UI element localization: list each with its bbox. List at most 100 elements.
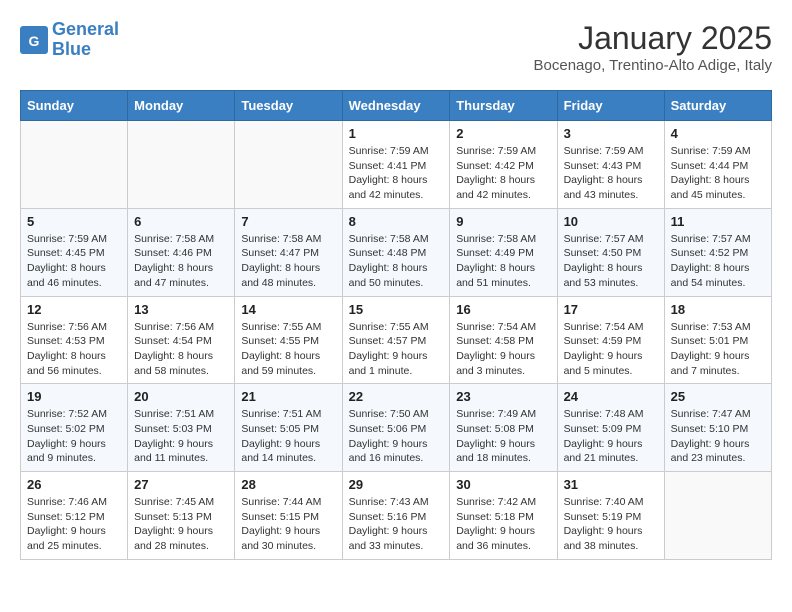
day-number: 13 <box>134 302 228 317</box>
calendar-cell: 19Sunrise: 7:52 AM Sunset: 5:02 PM Dayli… <box>21 384 128 472</box>
day-info: Sunrise: 7:45 AM Sunset: 5:13 PM Dayligh… <box>134 495 228 554</box>
day-number: 14 <box>241 302 335 317</box>
day-number: 20 <box>134 389 228 404</box>
calendar-cell: 21 Sunrise: 7:51 AM Sunset: 5:05 PM Dayli… <box>235 384 342 472</box>
day-info: Sunrise: 7:43 AM Sunset: 5:16 PM Dayligh… <box>349 495 444 554</box>
day-number: 2 <box>456 126 550 141</box>
calendar-cell: 13 Sunrise: 7:56 AM Sunset: 4:54 PM Dayli… <box>128 296 235 384</box>
day-info: Sunrise: 7:51 AM Sunset: 5:03 PM Dayligh… <box>134 407 228 466</box>
week-row-5: 26 Sunrise: 7:46 AM Sunset: 5:12 PM Dayli… <box>21 472 772 560</box>
calendar-body: 1 Sunrise: 7:59 AM Sunset: 4:41 PM Daylig… <box>21 121 772 560</box>
calendar-cell: 3Sunrise: 7:59 AM Sunset: 4:43 PM Daylig… <box>557 121 664 209</box>
calendar-cell: 6Sunrise: 7:58 AM Sunset: 4:46 PM Daylig… <box>128 208 235 296</box>
day-info: Sunrise: 7:58 AM Sunset: 4:48 PM Dayligh… <box>349 232 444 291</box>
calendar-cell: 16 Sunrise: 7:54 AM Sunset: 4:58 PM Dayli… <box>450 296 557 384</box>
day-number: 18 <box>671 302 765 317</box>
day-number: 17 <box>564 302 658 317</box>
day-info: Sunrise: 7:54 AM Sunset: 4:58 PM Dayligh… <box>456 320 550 379</box>
day-info: Sunrise: 7:44 AM Sunset: 5:15 PM Dayligh… <box>241 495 335 554</box>
calendar-cell: 1 Sunrise: 7:59 AM Sunset: 4:41 PM Daylig… <box>342 121 450 209</box>
calendar-cell: 8Sunrise: 7:58 AM Sunset: 4:48 PM Daylig… <box>342 208 450 296</box>
day-number: 21 <box>241 389 335 404</box>
calendar-cell <box>128 121 235 209</box>
day-info: Sunrise: 7:59 AM Sunset: 4:45 PM Dayligh… <box>27 232 121 291</box>
logo: G General Blue <box>20 20 119 60</box>
day-info: Sunrise: 7:59 AM Sunset: 4:41 PM Dayligh… <box>349 144 444 203</box>
weekday-header-friday: Friday <box>557 91 664 121</box>
day-number: 22 <box>349 389 444 404</box>
day-number: 10 <box>564 214 658 229</box>
calendar-cell: 5 Sunrise: 7:59 AM Sunset: 4:45 PM Daylig… <box>21 208 128 296</box>
day-number: 24 <box>564 389 658 404</box>
week-row-1: 1 Sunrise: 7:59 AM Sunset: 4:41 PM Daylig… <box>21 121 772 209</box>
calendar-cell: 27 Sunrise: 7:45 AM Sunset: 5:13 PM Dayli… <box>128 472 235 560</box>
calendar-cell <box>235 121 342 209</box>
calendar-cell: 28 Sunrise: 7:44 AM Sunset: 5:15 PM Dayli… <box>235 472 342 560</box>
calendar-cell: 18 Sunrise: 7:53 AM Sunset: 5:01 PM Dayli… <box>664 296 771 384</box>
day-info: Sunrise: 7:46 AM Sunset: 5:12 PM Dayligh… <box>27 495 121 554</box>
day-number: 9 <box>456 214 550 229</box>
day-info: Sunrise: 7:59 AM Sunset: 4:42 PM Dayligh… <box>456 144 550 203</box>
calendar-cell: 29 Sunrise: 7:43 AM Sunset: 5:16 PM Dayli… <box>342 472 450 560</box>
calendar-table: SundayMondayTuesdayWednesdayThursdayFrid… <box>20 90 772 560</box>
day-info: Sunrise: 7:50 AM Sunset: 5:06 PM Dayligh… <box>349 407 444 466</box>
calendar-cell <box>664 472 771 560</box>
day-number: 16 <box>456 302 550 317</box>
day-info: Sunrise: 7:55 AM Sunset: 4:57 PM Dayligh… <box>349 320 444 379</box>
month-title: January 2025 <box>534 20 772 57</box>
day-number: 23 <box>456 389 550 404</box>
day-info: Sunrise: 7:56 AM Sunset: 4:54 PM Dayligh… <box>134 320 228 379</box>
day-info: Sunrise: 7:57 AM Sunset: 4:50 PM Dayligh… <box>564 232 658 291</box>
day-info: Sunrise: 7:56 AM Sunset: 4:53 PM Dayligh… <box>27 320 121 379</box>
day-info: Sunrise: 7:49 AM Sunset: 5:08 PM Dayligh… <box>456 407 550 466</box>
day-info: Sunrise: 7:58 AM Sunset: 4:47 PM Dayligh… <box>241 232 335 291</box>
week-row-3: 12 Sunrise: 7:56 AM Sunset: 4:53 PM Dayli… <box>21 296 772 384</box>
calendar-cell: 15 Sunrise: 7:55 AM Sunset: 4:57 PM Dayli… <box>342 296 450 384</box>
day-info: Sunrise: 7:42 AM Sunset: 5:18 PM Dayligh… <box>456 495 550 554</box>
svg-text:G: G <box>29 33 40 49</box>
weekday-header-wednesday: Wednesday <box>342 91 450 121</box>
calendar-cell: 22 Sunrise: 7:50 AM Sunset: 5:06 PM Dayli… <box>342 384 450 472</box>
weekday-header-saturday: Saturday <box>664 91 771 121</box>
calendar-cell: 10 Sunrise: 7:57 AM Sunset: 4:50 PM Dayli… <box>557 208 664 296</box>
weekday-header-row: SundayMondayTuesdayWednesdayThursdayFrid… <box>21 91 772 121</box>
day-info: Sunrise: 7:48 AM Sunset: 5:09 PM Dayligh… <box>564 407 658 466</box>
logo-text: General Blue <box>52 20 119 60</box>
day-info: Sunrise: 7:58 AM Sunset: 4:49 PM Dayligh… <box>456 232 550 291</box>
day-number: 28 <box>241 477 335 492</box>
calendar-cell: 30Sunrise: 7:42 AM Sunset: 5:18 PM Dayli… <box>450 472 557 560</box>
day-number: 29 <box>349 477 444 492</box>
weekday-header-sunday: Sunday <box>21 91 128 121</box>
calendar-cell: 9 Sunrise: 7:58 AM Sunset: 4:49 PM Daylig… <box>450 208 557 296</box>
calendar-cell <box>21 121 128 209</box>
day-info: Sunrise: 7:47 AM Sunset: 5:10 PM Dayligh… <box>671 407 765 466</box>
day-info: Sunrise: 7:52 AM Sunset: 5:02 PM Dayligh… <box>27 407 121 466</box>
calendar-cell: 24 Sunrise: 7:48 AM Sunset: 5:09 PM Dayli… <box>557 384 664 472</box>
logo-icon: G <box>20 26 48 54</box>
day-number: 26 <box>27 477 121 492</box>
day-number: 15 <box>349 302 444 317</box>
calendar-cell: 26 Sunrise: 7:46 AM Sunset: 5:12 PM Dayli… <box>21 472 128 560</box>
calendar-cell: 20 Sunrise: 7:51 AM Sunset: 5:03 PM Dayli… <box>128 384 235 472</box>
day-info: Sunrise: 7:54 AM Sunset: 4:59 PM Dayligh… <box>564 320 658 379</box>
week-row-2: 5 Sunrise: 7:59 AM Sunset: 4:45 PM Daylig… <box>21 208 772 296</box>
day-number: 27 <box>134 477 228 492</box>
day-info: Sunrise: 7:59 AM Sunset: 4:44 PM Dayligh… <box>671 144 765 203</box>
calendar-cell: 7Sunrise: 7:58 AM Sunset: 4:47 PM Daylig… <box>235 208 342 296</box>
day-info: Sunrise: 7:55 AM Sunset: 4:55 PM Dayligh… <box>241 320 335 379</box>
day-info: Sunrise: 7:53 AM Sunset: 5:01 PM Dayligh… <box>671 320 765 379</box>
day-number: 25 <box>671 389 765 404</box>
title-area: January 2025 Bocenago, Trentino-Alto Adi… <box>534 20 772 74</box>
day-number: 5 <box>27 214 121 229</box>
day-number: 3 <box>564 126 658 141</box>
day-info: Sunrise: 7:51 AM Sunset: 5:05 PM Dayligh… <box>241 407 335 466</box>
calendar-cell: 17 Sunrise: 7:54 AM Sunset: 4:59 PM Dayli… <box>557 296 664 384</box>
calendar-cell: 12 Sunrise: 7:56 AM Sunset: 4:53 PM Dayli… <box>21 296 128 384</box>
calendar-cell: 31Sunrise: 7:40 AM Sunset: 5:19 PM Dayli… <box>557 472 664 560</box>
day-number: 12 <box>27 302 121 317</box>
weekday-header-tuesday: Tuesday <box>235 91 342 121</box>
calendar-cell: 25 Sunrise: 7:47 AM Sunset: 5:10 PM Dayli… <box>664 384 771 472</box>
calendar-cell: 11Sunrise: 7:57 AM Sunset: 4:52 PM Dayli… <box>664 208 771 296</box>
day-number: 1 <box>349 126 444 141</box>
page-header: G General Blue January 2025 Bocenago, Tr… <box>20 20 772 74</box>
